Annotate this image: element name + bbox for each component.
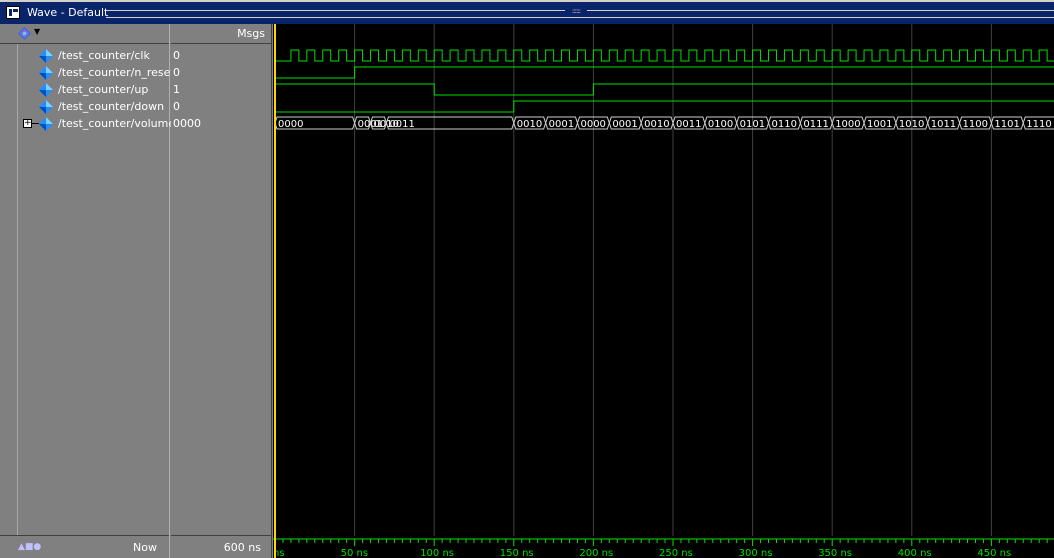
now-label: Now: [133, 541, 157, 554]
signal-value: 0: [173, 100, 180, 113]
bus-value-label: 1001: [867, 119, 892, 130]
bus-value-label: 1011: [931, 119, 956, 130]
ruler-tick-label: 350 ns: [818, 548, 852, 558]
signal-value: 1: [173, 83, 180, 96]
ruler-tick-label: 300 ns: [739, 548, 773, 558]
signal-diamond-icon: [39, 66, 53, 80]
signal-name: /test_counter/volume: [58, 117, 176, 130]
bus-value-label: 0100: [708, 119, 733, 130]
window-title: Wave - Default: [27, 6, 109, 19]
bus-value-label: 0101: [740, 119, 765, 130]
waveform-canvas[interactable]: 0000 000100100011 0010 0001 0000 0001 0010 0011…: [273, 24, 1054, 558]
bus-value-label: 1101: [994, 119, 1019, 130]
values-header: Msgs: [171, 24, 271, 44]
signal-row[interactable]: /test_counter/n_reset: [0, 64, 175, 81]
signal-row[interactable]: /test_counter/up: [0, 81, 170, 98]
ruler-tick-label: 50 ns: [341, 548, 368, 558]
bus-value-label: 0010: [517, 119, 542, 130]
signal-value: 0: [173, 49, 180, 62]
titlebar-grip[interactable]: ::::::: [565, 7, 587, 15]
signal-value-row[interactable]: 0: [171, 47, 271, 64]
signal-waveform: [275, 66, 1054, 79]
expand-toggle-icon[interactable]: +: [23, 119, 32, 128]
values-footer: 600 ns: [171, 535, 271, 558]
signal-value: 0000: [173, 117, 201, 130]
signal-values-pane: Msgs 0 0 1 0 0000 600 ns: [171, 24, 272, 558]
bus-value-label: 0110: [772, 119, 797, 130]
bus-value-label: 0000: [580, 119, 605, 130]
signal-diamond-icon: [39, 117, 53, 131]
ruler-tick-label: 200 ns: [579, 548, 613, 558]
signal-diamond-icon: [39, 83, 53, 97]
signal-value: 0: [173, 66, 180, 79]
bus-value-label: 1000: [835, 119, 860, 130]
signal-row[interactable]: /test_counter/down: [0, 98, 170, 115]
bus-value-label: 0111: [803, 119, 828, 130]
bus-value-label: 1110: [1026, 119, 1051, 130]
signal-name: /test_counter/n_reset: [58, 66, 175, 79]
names-footer: ▲■● Now: [0, 535, 169, 558]
ruler-tick-label: 400 ns: [898, 548, 932, 558]
signal-waveform: [275, 83, 1054, 96]
signal-waveform: [275, 100, 1054, 113]
ruler-tick-label: 250 ns: [659, 548, 693, 558]
bus-value-label: 0001: [612, 119, 637, 130]
signal-diamond-icon: [39, 100, 53, 114]
names-header: ▼: [0, 24, 169, 44]
window-titlebar[interactable]: Wave - Default ::::::: [0, 0, 1054, 24]
signal-row[interactable]: /test_counter/clk: [0, 47, 170, 64]
signal-value-row[interactable]: 0000: [171, 115, 271, 132]
signal-row[interactable]: + /test_counter/volume: [0, 115, 175, 132]
signal-value-row[interactable]: 0: [171, 98, 271, 115]
bus-value-label: 0010: [644, 119, 669, 130]
tree-connector: [32, 123, 39, 124]
bus-value-label: 1010: [899, 119, 924, 130]
ruler-tick-label: 100 ns: [420, 548, 454, 558]
bus-value-label: 0001: [549, 119, 574, 130]
signal-value-row[interactable]: 1: [171, 81, 271, 98]
bus-value-label: 1100: [963, 119, 988, 130]
signal-names-pane: ▼ /test_counter/clk/test_counter/n_reset…: [0, 24, 175, 558]
msgs-label: Msgs: [237, 27, 265, 40]
signal-waveform: [275, 49, 1054, 62]
bus-value-label: 0000: [278, 119, 303, 130]
now-value: 600 ns: [223, 541, 261, 554]
signal-diamond-icon: [39, 49, 53, 63]
ruler-tick-label: 150 ns: [500, 548, 534, 558]
waveform-pane[interactable]: 0000 0001 0010 0011 0010 0001 0000 0001 0010 0011…: [273, 24, 1054, 558]
signal-value-row[interactable]: 0: [171, 64, 271, 81]
ruler-tick-label: 450 ns: [977, 548, 1011, 558]
signal-name: /test_counter/clk: [58, 49, 150, 62]
bus-value-label: 0011: [389, 119, 414, 130]
chevron-down-icon[interactable]: ▼: [34, 27, 40, 36]
signal-name: /test_counter/up: [58, 83, 149, 96]
wave-window-icon: [6, 6, 20, 19]
bus-value-label: 0011: [676, 119, 701, 130]
wave-menu-icon[interactable]: [18, 27, 31, 40]
footer-tool-icons[interactable]: ▲■●: [18, 542, 41, 552]
signal-name: /test_counter/down: [58, 100, 165, 113]
